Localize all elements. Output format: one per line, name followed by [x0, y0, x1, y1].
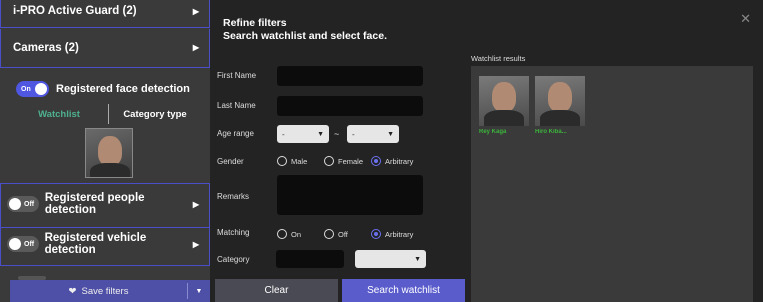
toggle-label: On: [21, 85, 31, 93]
sidebar-item-label: Cameras (2): [13, 41, 79, 54]
face-body: [90, 163, 130, 177]
radio-label: Arbitrary: [385, 156, 414, 166]
result-name: Hiro Kiba...: [535, 129, 567, 135]
face-shape: [98, 136, 122, 166]
radio-circle-selected: [371, 229, 381, 239]
first-name-label: First Name: [217, 71, 257, 80]
chevron-down-icon: ▼: [414, 255, 421, 263]
result-name: Rey Kaga: [479, 129, 507, 135]
panel-title-block: Refine filters Search watchlist and sele…: [223, 17, 387, 43]
radio-circle: [277, 156, 287, 166]
app-root: i-PRO Active Guard (2) ▶ Cameras (2) ▶ O…: [0, 0, 763, 302]
sidebar-item-active-guard[interactable]: i-PRO Active Guard (2) ▶: [0, 0, 210, 28]
matching-radio-arbitrary[interactable]: Arbitrary: [371, 229, 413, 239]
chevron-right-icon: ▶: [192, 6, 199, 16]
radio-label: On: [291, 229, 302, 239]
age-to-select[interactable]: - ▼: [347, 125, 399, 143]
chevron-right-icon: ▶: [192, 199, 199, 209]
sidebar-item-label: i-PRO Active Guard (2): [13, 5, 137, 17]
age-to-value: -: [352, 129, 355, 139]
category-label: Category: [217, 255, 250, 264]
age-from-select[interactable]: - ▼: [277, 125, 329, 143]
chevron-down-icon: ▼: [387, 130, 394, 138]
radio-label: Female: [338, 156, 364, 166]
gender-radio-arbitrary[interactable]: Arbitrary: [371, 156, 413, 166]
result-card[interactable]: Rey Kaga: [479, 76, 529, 135]
age-range-label: Age range: [217, 129, 254, 138]
radio-label: Off: [338, 229, 348, 239]
result-face-image: [479, 76, 529, 126]
face-detection-section: On Registered face detection Watchlist C…: [10, 70, 210, 182]
page-title: Refine filters: [223, 17, 287, 29]
last-name-label: Last Name: [217, 101, 256, 110]
face-body: [484, 110, 524, 126]
watchlist-results-panel: Rey Kaga Hiro Kiba...: [471, 66, 753, 302]
last-name-field[interactable]: [277, 96, 423, 116]
clear-button[interactable]: Clear: [215, 279, 338, 302]
watchlist-results-label: Watchlist results: [471, 54, 526, 63]
tab-watchlist[interactable]: Watchlist: [10, 109, 108, 120]
toggle-label: Off: [24, 200, 35, 208]
face-body: [540, 110, 580, 126]
tab-category-type[interactable]: Category type: [109, 109, 201, 120]
page-subtitle: Search watchlist and select face.: [223, 30, 387, 42]
radio-circle: [324, 229, 334, 239]
save-filters-label: Save filters: [81, 285, 129, 297]
first-name-field[interactable]: [277, 66, 423, 86]
toggle-label: Off: [24, 240, 35, 248]
radio-label: Arbitrary: [385, 229, 414, 239]
chevron-right-icon: ▶: [192, 239, 199, 249]
age-range-separator: ~: [334, 129, 340, 139]
heart-icon: ❤: [68, 285, 77, 297]
face-detection-label: Registered face detection: [56, 83, 190, 95]
face-shape: [548, 82, 572, 112]
matching-radio-off[interactable]: Off: [324, 229, 348, 239]
sidebar-item-label: Registered people detection: [44, 192, 145, 216]
refine-filters-panel: Refine filters Search watchlist and sele…: [210, 0, 763, 302]
sidebar-item-people-detection[interactable]: Off Registered people detection ▶: [0, 183, 210, 228]
face-detection-toggle[interactable]: On: [16, 81, 49, 97]
save-filters-bar: ❤ Save filters ▼: [10, 280, 210, 302]
search-watchlist-button[interactable]: Search watchlist: [342, 279, 465, 302]
selected-face-thumbnail[interactable]: [85, 128, 133, 178]
chevron-right-icon: ▶: [192, 43, 199, 52]
sidebar-item-label: Registered vehicle detection: [44, 232, 147, 256]
sidebar-item-cameras[interactable]: Cameras (2) ▶: [0, 29, 210, 68]
remarks-label: Remarks: [217, 192, 250, 201]
filter-sidebar: i-PRO Active Guard (2) ▶ Cameras (2) ▶ O…: [0, 0, 210, 302]
gender-radio-male[interactable]: Male: [277, 156, 307, 166]
toggle-knob: [35, 83, 47, 95]
sidebar-item-vehicle-detection[interactable]: Off Registered vehicle detection ▶: [0, 224, 210, 266]
face-shape: [492, 82, 516, 112]
close-icon[interactable]: ✕: [740, 11, 751, 27]
remarks-field[interactable]: [277, 175, 423, 215]
radio-label: Male: [291, 156, 308, 166]
toggle-knob: [9, 238, 21, 250]
radio-circle: [324, 156, 334, 166]
category-select[interactable]: ▼: [355, 250, 426, 268]
save-filters-button[interactable]: ❤ Save filters: [10, 280, 187, 302]
result-face-image: [535, 76, 585, 126]
save-filters-dropdown[interactable]: ▼: [188, 280, 210, 302]
category-field[interactable]: [276, 250, 344, 268]
people-detection-toggle[interactable]: Off: [7, 196, 39, 212]
age-from-value: -: [282, 129, 285, 139]
chevron-down-icon: ▼: [195, 287, 203, 295]
radio-circle: [277, 229, 287, 239]
vehicle-detection-toggle[interactable]: Off: [7, 236, 39, 252]
chevron-down-icon: ▼: [317, 130, 324, 138]
radio-circle-selected: [371, 156, 381, 166]
toggle-knob: [9, 198, 21, 210]
matching-label: Matching: [217, 228, 250, 237]
gender-radio-female[interactable]: Female: [324, 156, 363, 166]
matching-radio-on[interactable]: On: [277, 229, 301, 239]
result-card[interactable]: Hiro Kiba...: [535, 76, 585, 135]
face-detection-tabs: Watchlist Category type: [10, 104, 210, 124]
gender-label: Gender: [217, 157, 244, 166]
